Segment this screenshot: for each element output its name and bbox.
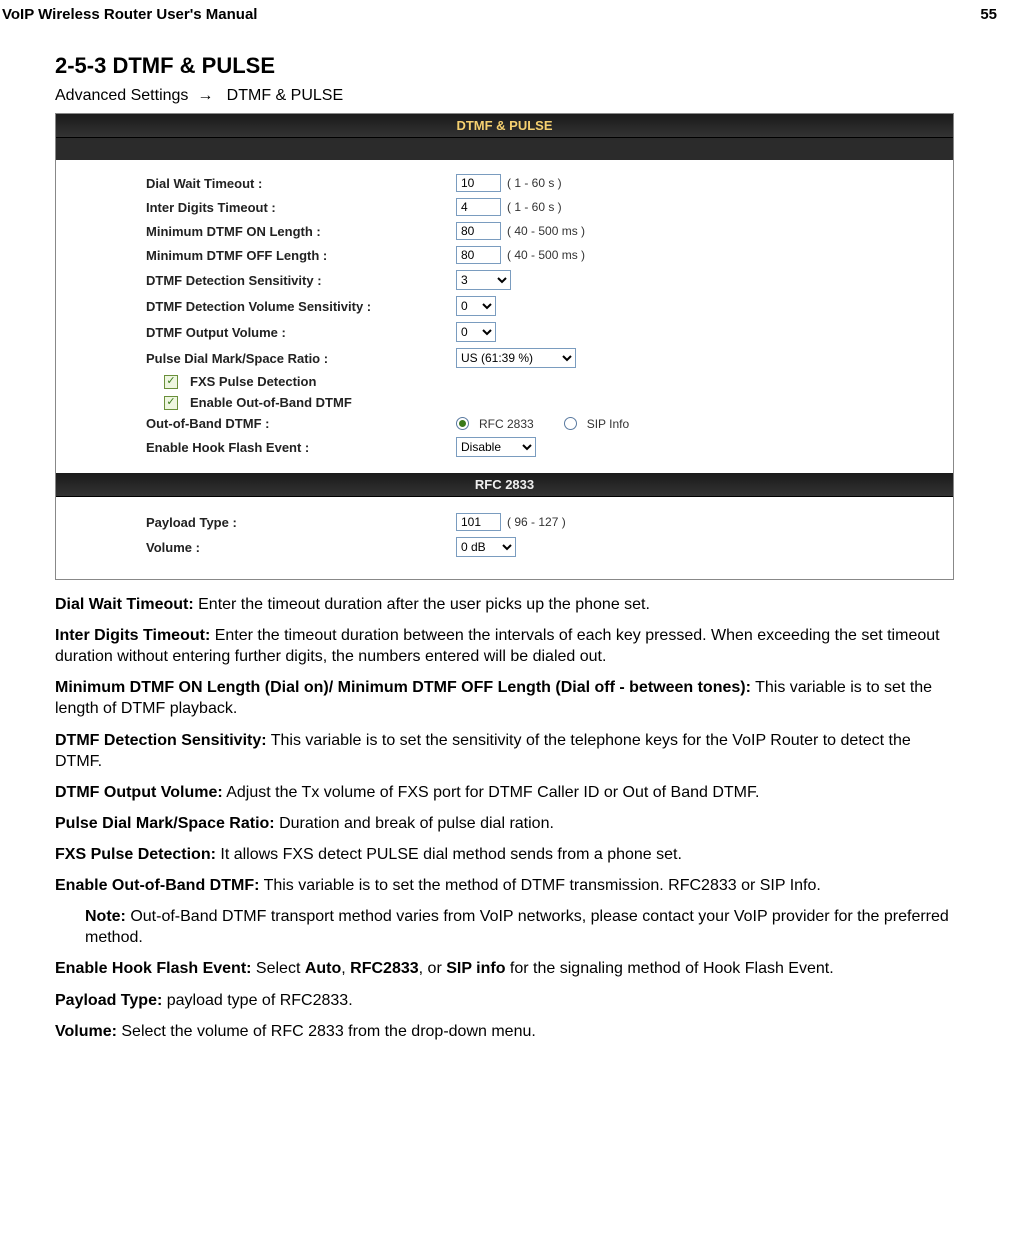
oob-rfc2833-text: RFC 2833 <box>479 417 534 431</box>
desc-text: This variable is to set the method of DT… <box>259 877 820 894</box>
dial-wait-input[interactable] <box>456 174 501 192</box>
det-vol-label: DTMF Detection Volume Sensitivity : <box>146 299 456 314</box>
volume-label: Volume : <box>146 540 456 555</box>
det-sens-label: DTMF Detection Sensitivity : <box>146 273 456 288</box>
inter-digits-input[interactable] <box>456 198 501 216</box>
desc-term: Dial Wait Timeout: <box>55 596 194 613</box>
desc-term: RFC2833 <box>350 960 418 977</box>
desc-text: , or <box>419 960 447 977</box>
min-off-label: Minimum DTMF OFF Length : <box>146 248 456 263</box>
oob-dtmf-checkbox[interactable]: ✓ <box>164 396 178 410</box>
rfc2833-title-bar: RFC 2833 <box>56 473 953 497</box>
page-number: 55 <box>980 6 997 23</box>
min-on-input[interactable] <box>456 222 501 240</box>
desc-term: Pulse Dial Mark/Space Ratio: <box>55 815 275 832</box>
desc-term: DTMF Output Volume: <box>55 784 223 801</box>
section-heading: 2-5-3 DTMF & PULSE <box>55 53 954 79</box>
page-header: VoIP Wireless Router User's Manual 55 <box>0 0 1009 23</box>
fxs-pulse-checkbox[interactable]: ✓ <box>164 375 178 389</box>
desc-term: Enable Out-of-Band DTMF: <box>55 877 259 894</box>
min-off-hint: ( 40 - 500 ms ) <box>507 248 585 262</box>
hook-flash-label: Enable Hook Flash Event : <box>146 440 456 455</box>
volume-select[interactable]: 0 dB <box>456 537 516 557</box>
oob-sipinfo-radio[interactable] <box>564 417 577 430</box>
payload-input[interactable] <box>456 513 501 531</box>
desc-text: Select the volume of RFC 2833 from the d… <box>117 1023 536 1040</box>
desc-text: for the signaling method of Hook Flash E… <box>505 960 833 977</box>
oob-mode-label: Out-of-Band DTMF : <box>146 416 456 431</box>
desc-term: Volume: <box>55 1023 117 1040</box>
desc-term: Minimum DTMF ON Length (Dial on)/ Minimu… <box>55 679 751 696</box>
desc-term: Inter Digits Timeout: <box>55 627 210 644</box>
det-sens-select[interactable]: 3 <box>456 270 511 290</box>
oob-rfc2833-radio[interactable] <box>456 417 469 430</box>
note-text: Out-of-Band DTMF transport method varies… <box>85 908 949 946</box>
dial-wait-hint: ( 1 - 60 s ) <box>507 176 562 190</box>
desc-term: SIP info <box>446 960 505 977</box>
det-vol-select[interactable]: 0 <box>456 296 496 316</box>
breadcrumb-part: Advanced Settings <box>55 87 188 104</box>
section-title-bar: DTMF & PULSE <box>56 114 953 138</box>
desc-text: Enter the timeout duration after the use… <box>194 596 650 613</box>
sub-header-strip <box>56 138 953 160</box>
desc-text: , <box>341 960 350 977</box>
desc-text: It allows FXS detect PULSE dial method s… <box>216 846 682 863</box>
out-vol-select[interactable]: 0 <box>456 322 496 342</box>
desc-term: Enable Hook Flash Event: <box>55 960 251 977</box>
desc-text: Adjust the Tx volume of FXS port for DTM… <box>223 784 760 801</box>
fxs-pulse-label: FXS Pulse Detection <box>190 374 316 389</box>
oob-sipinfo-text: SIP Info <box>587 417 629 431</box>
inter-digits-label: Inter Digits Timeout : <box>146 200 456 215</box>
min-off-input[interactable] <box>456 246 501 264</box>
desc-term: Auto <box>305 960 341 977</box>
payload-hint: ( 96 - 127 ) <box>507 515 566 529</box>
inter-digits-hint: ( 1 - 60 s ) <box>507 200 562 214</box>
payload-label: Payload Type : <box>146 515 456 530</box>
description-text: Dial Wait Timeout: Enter the timeout dur… <box>55 594 954 1042</box>
breadcrumb-part: DTMF & PULSE <box>227 87 343 104</box>
pulse-ratio-label: Pulse Dial Mark/Space Ratio : <box>146 351 456 366</box>
pulse-ratio-select[interactable]: US (61:39 %) <box>456 348 576 368</box>
breadcrumb: Advanced Settings → DTMF & PULSE <box>55 87 954 105</box>
config-screenshot: DTMF & PULSE Dial Wait Timeout : ( 1 - 6… <box>55 113 954 580</box>
oob-dtmf-label: Enable Out-of-Band DTMF <box>190 395 352 410</box>
desc-text: payload type of RFC2833. <box>162 992 352 1009</box>
desc-text: Duration and break of pulse dial ration. <box>275 815 554 832</box>
min-on-label: Minimum DTMF ON Length : <box>146 224 456 239</box>
manual-title: VoIP Wireless Router User's Manual <box>2 6 257 23</box>
min-on-hint: ( 40 - 500 ms ) <box>507 224 585 238</box>
desc-term: DTMF Detection Sensitivity: <box>55 732 267 749</box>
desc-text: Select <box>251 960 304 977</box>
note-term: Note: <box>85 908 126 925</box>
breadcrumb-arrow: → <box>197 87 213 104</box>
desc-term: FXS Pulse Detection: <box>55 846 216 863</box>
out-vol-label: DTMF Output Volume : <box>146 325 456 340</box>
desc-term: Payload Type: <box>55 992 162 1009</box>
dial-wait-label: Dial Wait Timeout : <box>146 176 456 191</box>
hook-flash-select[interactable]: Disable <box>456 437 536 457</box>
